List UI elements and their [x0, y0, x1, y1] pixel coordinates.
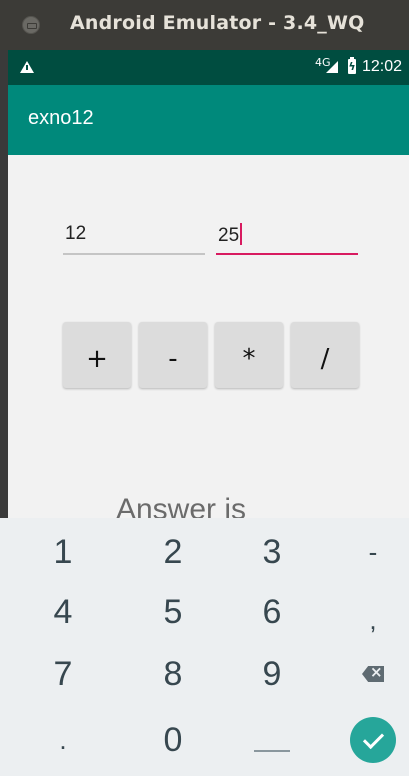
add-button[interactable]: + — [63, 322, 131, 388]
second-number-input[interactable]: 25 — [216, 219, 358, 255]
status-bar: 4G 12:02 — [8, 50, 409, 85]
input-underline-focused — [216, 253, 358, 255]
backspace-icon — [362, 666, 384, 682]
first-number-value: 12 — [65, 223, 87, 244]
signal-icon — [326, 61, 338, 73]
battery-charging-icon — [348, 57, 356, 74]
text-cursor — [240, 223, 243, 245]
key-3[interactable]: 3 — [222, 522, 322, 582]
space-key[interactable] — [222, 710, 322, 770]
status-clock: 12:02 — [362, 58, 403, 75]
space-icon — [254, 750, 290, 752]
backspace-key[interactable] — [323, 644, 409, 704]
window-menu-icon[interactable] — [22, 16, 40, 34]
divide-button[interactable]: / — [291, 322, 359, 388]
key-comma[interactable]: , — [323, 590, 409, 650]
key-minus[interactable]: - — [323, 522, 409, 582]
second-number-value: 25 — [218, 225, 240, 246]
first-number-input[interactable]: 12 — [63, 219, 205, 255]
numeric-keyboard: 1 2 3 - 4 5 6 , 7 8 9 . 0 — [0, 518, 409, 776]
key-7[interactable]: 7 — [13, 644, 113, 704]
key-4[interactable]: 4 — [13, 582, 113, 642]
key-0[interactable]: 0 — [123, 710, 223, 770]
key-period[interactable]: . — [13, 710, 113, 770]
multiply-button[interactable]: * — [215, 322, 283, 388]
app-title: exno12 — [28, 107, 94, 129]
done-button[interactable] — [350, 717, 396, 763]
key-9[interactable]: 9 — [222, 644, 322, 704]
subtract-button[interactable]: - — [139, 322, 207, 388]
warning-icon — [20, 61, 34, 73]
key-6[interactable]: 6 — [222, 582, 322, 642]
emulator-title-bar: Android Emulator - 3.4_WQ — [0, 0, 409, 50]
check-icon — [362, 727, 384, 749]
window-title: Android Emulator - 3.4_WQ — [70, 12, 365, 34]
done-key[interactable] — [323, 710, 409, 770]
key-8[interactable]: 8 — [123, 644, 223, 704]
key-1[interactable]: 1 — [13, 522, 113, 582]
key-5[interactable]: 5 — [123, 582, 223, 642]
app-bar: exno12 — [8, 85, 409, 155]
input-underline — [63, 253, 205, 255]
key-2[interactable]: 2 — [123, 522, 223, 582]
